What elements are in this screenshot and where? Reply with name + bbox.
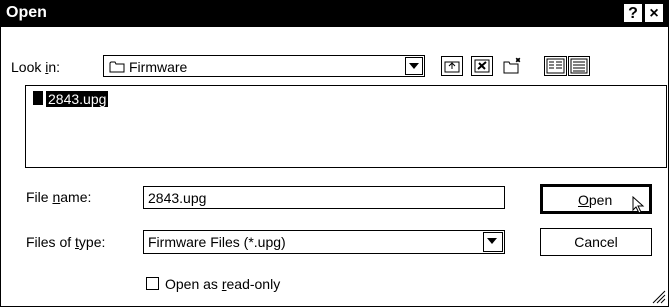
look-in-combo[interactable]: Firmware bbox=[103, 55, 425, 77]
file-name-field[interactable]: 2843.upg bbox=[143, 186, 505, 209]
file-name-value: 2843.upg bbox=[148, 190, 207, 206]
file-icon bbox=[33, 91, 43, 105]
read-only-checkbox[interactable] bbox=[146, 277, 159, 290]
dialog-title: Open bbox=[6, 4, 47, 21]
cursor-arrow-icon bbox=[632, 196, 645, 214]
file-name-label: File name: bbox=[26, 189, 92, 205]
list-view-icon bbox=[546, 58, 565, 74]
new-folder-icon bbox=[503, 57, 521, 74]
file-type-combo[interactable]: Firmware Files (*.upg) bbox=[143, 230, 505, 254]
cancel-button[interactable]: Cancel bbox=[540, 228, 652, 256]
close-button[interactable]: × bbox=[644, 3, 664, 23]
details-view-button[interactable] bbox=[568, 56, 590, 76]
open-dialog: Open ? × Look in: Firmware 2843.upg File… bbox=[0, 0, 669, 307]
look-in-dropdown-arrow[interactable] bbox=[405, 57, 423, 75]
desktop-icon bbox=[474, 59, 490, 73]
folder-icon bbox=[109, 61, 125, 73]
file-type-dropdown-arrow[interactable] bbox=[483, 232, 503, 252]
file-list[interactable]: 2843.upg bbox=[25, 85, 667, 168]
file-type-label: Files of type: bbox=[26, 234, 106, 250]
read-only-label[interactable]: Open as read-only bbox=[165, 276, 280, 292]
title-bar[interactable]: Open ? × bbox=[1, 1, 668, 27]
look-in-value: Firmware bbox=[129, 59, 188, 75]
file-type-value: Firmware Files (*.upg) bbox=[148, 234, 286, 250]
up-folder-icon bbox=[444, 61, 460, 73]
up-folder-button[interactable] bbox=[441, 56, 463, 76]
list-view-button[interactable] bbox=[544, 56, 567, 76]
resize-grip-icon[interactable] bbox=[652, 290, 666, 304]
help-button[interactable]: ? bbox=[623, 3, 643, 23]
open-button[interactable]: Open bbox=[540, 184, 652, 214]
desktop-button[interactable] bbox=[471, 56, 493, 76]
new-folder-button[interactable] bbox=[502, 56, 524, 76]
list-item[interactable]: 2843.upg bbox=[33, 91, 109, 107]
details-view-icon bbox=[570, 58, 588, 74]
look-in-label: Look in: bbox=[11, 59, 61, 75]
file-name: 2843.upg bbox=[46, 91, 109, 107]
